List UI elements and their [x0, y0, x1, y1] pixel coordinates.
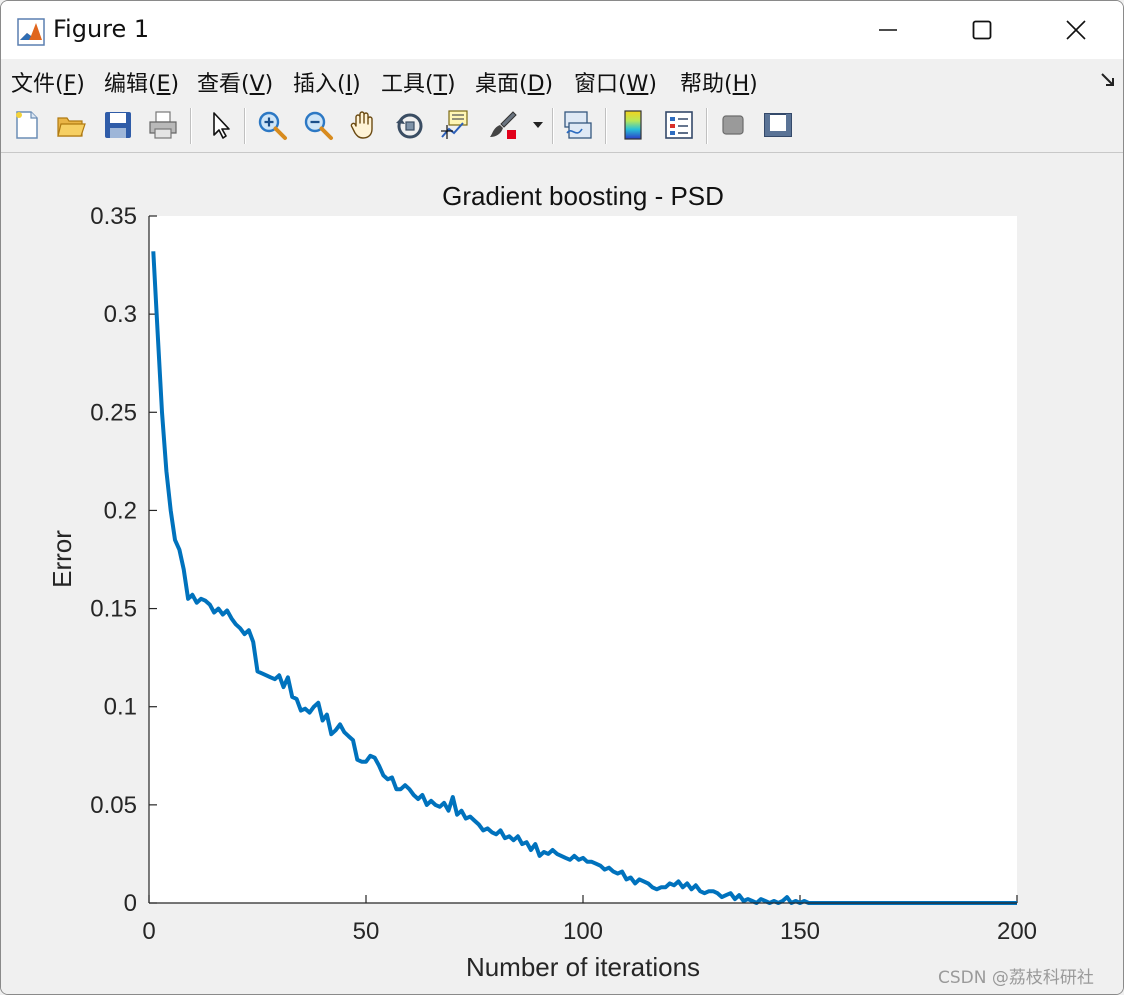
y-tick-label: 0.25 [90, 399, 137, 426]
zoom-out-button[interactable] [299, 106, 337, 144]
pan-button[interactable] [344, 106, 382, 144]
chart-title: Gradient boosting - PSD [442, 181, 724, 211]
hide-plot-tools-icon [722, 115, 744, 135]
dock-figure-icon[interactable] [1099, 71, 1117, 89]
y-tick-label: 0.15 [90, 596, 137, 623]
menu-view[interactable]: 查看(V) [197, 66, 273, 98]
y-tick-label: 0 [124, 890, 137, 917]
brush-dropdown-button[interactable] [526, 106, 550, 144]
edit-plot-arrow-icon [213, 112, 230, 139]
maximize-button[interactable] [935, 1, 1029, 59]
y-tick-label: 0.35 [90, 203, 137, 230]
show-plot-tools-button[interactable] [759, 106, 797, 144]
line-chart[interactable]: 00.050.10.150.20.250.30.35 0 50 100 150 200 … [1, 153, 1123, 994]
figure-toolbar [1, 100, 1123, 153]
menu-window[interactable]: 窗口(W) [574, 66, 657, 98]
y-tick-label: 0.3 [104, 301, 137, 328]
data-cursor-icon [441, 110, 468, 139]
x-axis-label: Number of iterations [466, 952, 700, 982]
zoom-in-icon [258, 111, 287, 140]
edit-plot-button[interactable] [201, 106, 239, 144]
brush-button[interactable] [484, 106, 522, 144]
matlab-logo-icon [17, 18, 45, 46]
zoom-in-button[interactable] [253, 106, 291, 144]
menu-insert[interactable]: 插入(I) [293, 66, 361, 98]
colorbar-button[interactable] [614, 106, 652, 144]
y-tick-label: 0.2 [104, 497, 137, 524]
menu-edit[interactable]: 编辑(E) [104, 66, 179, 98]
maximize-icon [972, 20, 992, 40]
hide-plot-tools-button[interactable] [714, 106, 752, 144]
toolbar-separator [244, 108, 246, 144]
minimize-icon [879, 29, 897, 31]
x-tick-label: 150 [780, 918, 820, 945]
menu-tools[interactable]: 工具(T) [381, 66, 456, 98]
print-button[interactable] [144, 106, 182, 144]
watermark: CSDN @荔枝科研社 [938, 968, 1094, 988]
toolbar-separator [605, 108, 607, 144]
close-button[interactable] [1029, 1, 1123, 59]
toolbar-separator [190, 108, 192, 144]
open-file-icon [57, 117, 86, 137]
new-figure-icon [16, 111, 38, 139]
link-plot-icon [564, 111, 592, 139]
colorbar-icon [624, 110, 642, 140]
legend-icon [665, 111, 693, 139]
figure-window: Figure 1 文件(F) 编辑(E) 查看(V) 插入(I) 工具(T) 桌… [0, 0, 1124, 995]
toolbar-separator [552, 108, 554, 144]
figure-canvas: 0 0.05 0.1 0.15 0.2 0.25 0.3 0.35 0 50 100 150 200 … [1, 153, 1123, 994]
menu-desktop[interactable]: 桌面(D) [475, 66, 553, 98]
y-tick-label: 0.1 [104, 694, 137, 721]
save-icon [105, 112, 131, 138]
save-button[interactable] [99, 106, 137, 144]
y-tick-label: 0.05 [90, 792, 137, 819]
legend-button[interactable] [660, 106, 698, 144]
x-tick-label: 100 [563, 918, 603, 945]
brush-icon [490, 111, 517, 139]
zoom-out-icon [304, 111, 333, 140]
plot-area [149, 216, 1017, 903]
menu-file[interactable]: 文件(F) [11, 66, 85, 98]
y-axis-label: Error [47, 530, 77, 588]
rotate-3d-icon [396, 113, 423, 139]
show-plot-tools-icon [764, 113, 792, 137]
open-file-button[interactable] [52, 106, 90, 144]
x-tick-label: 200 [997, 918, 1037, 945]
rotate-3d-button[interactable] [390, 106, 428, 144]
x-tick-label: 0 [142, 918, 155, 945]
print-icon [149, 111, 177, 139]
window-title: Figure 1 [53, 15, 150, 43]
new-figure-button[interactable] [7, 106, 45, 144]
data-cursor-button[interactable] [436, 106, 474, 144]
brush-dropdown-icon [533, 122, 543, 128]
close-icon [1066, 20, 1086, 40]
toolbar-separator [706, 108, 708, 144]
pan-hand-icon [350, 111, 373, 139]
menu-help[interactable]: 帮助(H) [680, 66, 758, 98]
link-plot-button[interactable] [559, 106, 597, 144]
minimize-button[interactable] [841, 1, 935, 59]
title-bar[interactable]: Figure 1 [1, 1, 1123, 59]
x-tick-label: 50 [353, 918, 380, 945]
menu-bar: 文件(F) 编辑(E) 查看(V) 插入(I) 工具(T) 桌面(D) 窗口(W… [1, 61, 1123, 99]
